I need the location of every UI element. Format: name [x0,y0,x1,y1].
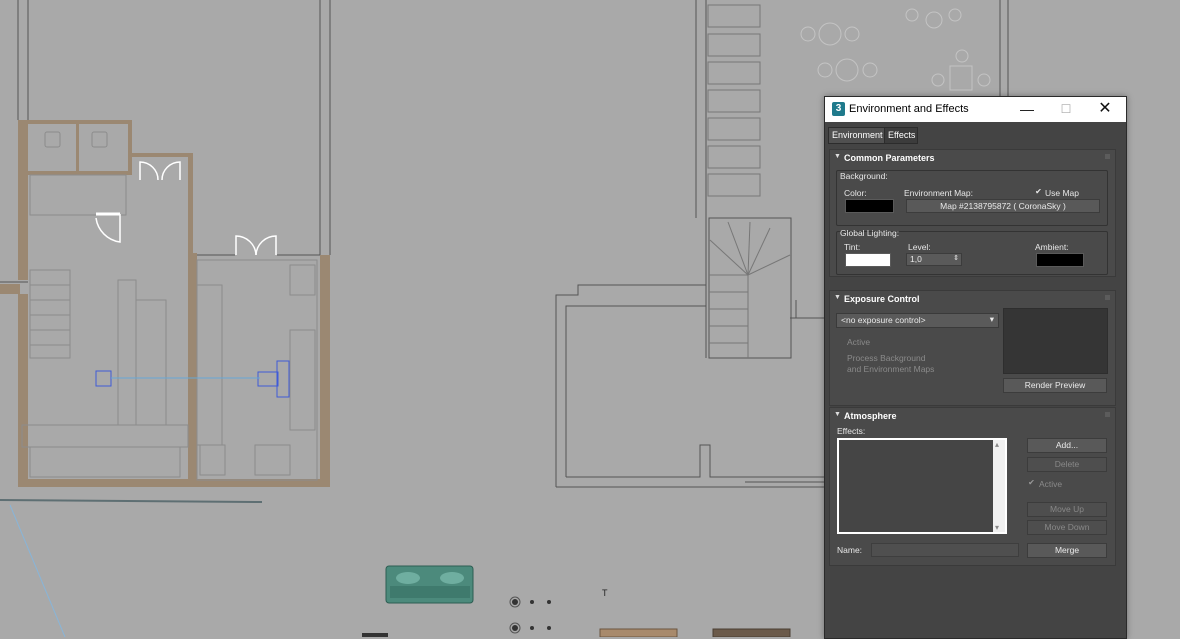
window-title: Environment and Effects [849,103,969,115]
scroll-down-icon[interactable]: ▾ [995,523,999,532]
global-lighting-label: Global Lighting: [840,228,900,238]
move-down-button[interactable]: Move Down [1027,520,1107,535]
atmosphere-rollout: ▼ Atmosphere Effects: ▴ ▾ Add... Delete … [829,407,1116,566]
use-map-label: Use Map [1045,188,1080,198]
maximize-button[interactable]: ☐ [1047,97,1085,122]
effects-list[interactable]: ▴ ▾ [837,438,1007,534]
level-spinner[interactable]: 1,0 ⇕ [906,253,962,266]
render-preview-button[interactable]: Render Preview [1003,378,1107,393]
atmosphere-header[interactable]: ▼ Atmosphere [830,408,1115,424]
process-background-label: Process Background [847,353,926,363]
common-parameters-rollout: ▼ Common Parameters Background: Color: E… [829,149,1116,277]
exposure-control-rollout: ▼ Exposure Control <no exposure control>… [829,290,1116,406]
exposure-preview [1003,308,1108,374]
exposure-active-label: Active [847,337,871,347]
level-label: Level: [908,242,931,252]
atmosphere-active-label: Active [1039,479,1063,489]
process-env-maps-label: and Environment Maps [847,364,935,374]
effect-name-field[interactable] [871,543,1019,557]
rollout-pin-icon [1105,412,1110,417]
background-color-swatch[interactable] [845,199,894,213]
rollout-pin-icon [1105,295,1110,300]
tint-color-swatch[interactable] [845,253,891,267]
minimize-button[interactable]: — [1008,97,1046,122]
rollout-title: Atmosphere [844,411,897,421]
rollout-title: Exposure Control [844,294,920,304]
exposure-control-dropdown[interactable]: <no exposure control> ▾ [836,313,999,328]
tab-effects[interactable]: Effects [884,127,918,144]
tint-label: Tint: [844,242,861,252]
merge-button[interactable]: Merge [1027,543,1107,558]
collapse-icon: ▼ [834,153,841,160]
color-label: Color: [844,188,867,198]
collapse-icon: ▼ [834,294,841,301]
effects-list-scrollbar[interactable]: ▴ ▾ [993,440,1005,532]
dropdown-arrow-icon: ▾ [989,314,994,324]
common-parameters-header[interactable]: ▼ Common Parameters [830,150,1115,166]
use-map-checkbox[interactable]: ✔ [1035,188,1042,196]
name-label: Name: [837,545,863,555]
scroll-up-icon[interactable]: ▴ [995,440,999,449]
close-button[interactable]: ✕ [1086,97,1124,122]
move-up-button[interactable]: Move Up [1027,502,1107,517]
ambient-label: Ambient: [1035,242,1069,252]
collapse-icon: ▼ [834,411,841,418]
add-button[interactable]: Add... [1027,438,1107,453]
environment-map-button[interactable]: Map #2138795872 ( CoronaSky ) [906,199,1100,213]
effects-label: Effects: [837,426,866,436]
background-label: Background: [840,171,888,181]
delete-button[interactable]: Delete [1027,457,1107,472]
global-lighting-group: Global Lighting: Tint: Level: 1,0 ⇕ Ambi… [836,228,1108,275]
ambient-color-swatch[interactable] [1036,253,1084,267]
tab-environment[interactable]: Environment [828,127,886,144]
level-value: 1,0 [910,254,922,264]
exposure-selected-value: <no exposure control> [841,315,926,325]
rollout-pin-icon [1105,154,1110,159]
exposure-control-header[interactable]: ▼ Exposure Control [830,291,1115,307]
environment-map-label: Environment Map: [904,188,973,198]
process-background-checkbox[interactable] [837,353,844,360]
environment-effects-dialog: 3 Environment and Effects — ☐ ✕ Environm… [824,96,1127,639]
background-group: Background: Color: Environment Map: ✔ Us… [836,170,1108,226]
title-bar[interactable]: 3 Environment and Effects — ☐ ✕ [825,97,1126,122]
3dsmax-app-icon: 3 [832,102,845,116]
rollout-title: Common Parameters [844,153,935,163]
spinner-arrows-icon[interactable]: ⇕ [953,254,959,262]
exposure-active-checkbox[interactable] [837,337,844,344]
text-marker: T [602,588,608,598]
atmosphere-active-checkbox[interactable]: ✔ [1028,479,1035,487]
